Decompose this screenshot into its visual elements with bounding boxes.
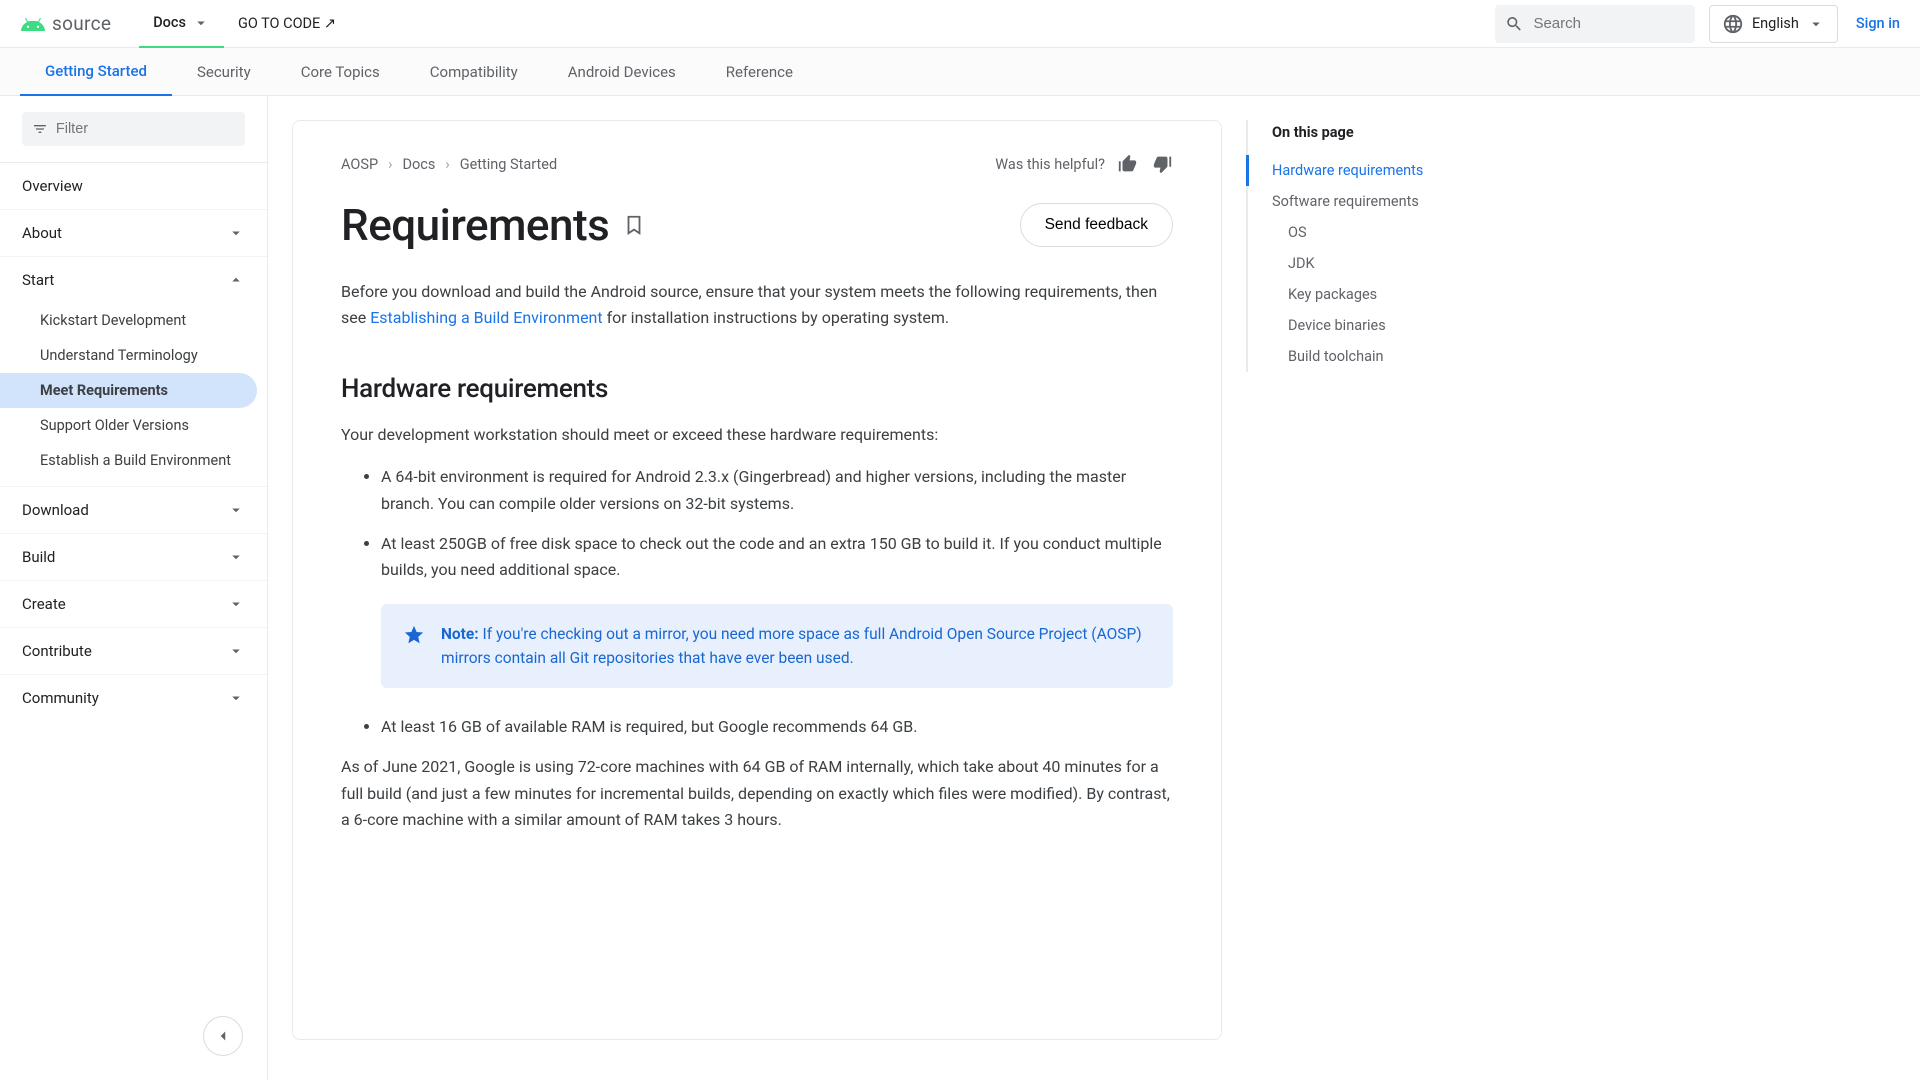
send-feedback-button[interactable]: Send feedback	[1020, 203, 1173, 247]
note-body: If you're checking out a mirror, you nee…	[441, 625, 1142, 667]
ram-paragraph: As of June 2021, Google is using 72-core…	[341, 754, 1173, 833]
left-sidebar: Overview About Start Kickstart Developme…	[0, 96, 268, 1080]
sidebar-item-contribute[interactable]: Contribute	[0, 627, 267, 674]
tab-security[interactable]: Security	[172, 48, 276, 96]
sign-in-link[interactable]: Sign in	[1856, 15, 1900, 32]
collapse-sidebar-button[interactable]	[203, 1016, 243, 1056]
helpful-widget: Was this helpful?	[995, 153, 1173, 175]
chevron-left-icon	[214, 1027, 232, 1045]
nav-code-label: GO TO CODE ↗	[238, 15, 336, 32]
nav-go-to-code[interactable]: GO TO CODE ↗	[224, 0, 350, 48]
sidebar-item-create[interactable]: Create	[0, 580, 267, 627]
docs-tabs: Getting Started Security Core Topics Com…	[0, 48, 1920, 96]
heading-hardware: Hardware requirements	[341, 374, 1173, 404]
thumbs-up-icon[interactable]	[1117, 153, 1139, 175]
hw-lead: Your development workstation should meet…	[341, 422, 1173, 448]
brand-logo[interactable]: source	[20, 12, 111, 35]
toc-jdk[interactable]: JDK	[1272, 248, 1472, 279]
search-icon	[1505, 13, 1524, 35]
bookmark-icon[interactable]	[623, 214, 645, 236]
android-head-icon	[20, 16, 46, 31]
chevron-down-icon	[227, 501, 245, 519]
chevron-down-icon	[227, 548, 245, 566]
table-of-contents: On this page Hardware requirements Softw…	[1246, 120, 1496, 372]
chevron-right-icon: ›	[388, 156, 392, 173]
link-build-env[interactable]: Establishing a Build Environment	[370, 308, 602, 327]
chevron-down-icon	[227, 689, 245, 707]
lang-label: English	[1752, 15, 1799, 32]
brand-text: source	[52, 12, 111, 35]
sidebar-item-about[interactable]: About	[0, 209, 267, 256]
thumbs-down-icon[interactable]	[1151, 153, 1173, 175]
intro-paragraph: Before you download and build the Androi…	[341, 279, 1173, 332]
globe-icon	[1722, 13, 1744, 35]
tab-core-topics[interactable]: Core Topics	[276, 48, 405, 96]
search-input[interactable]	[1533, 15, 1684, 32]
toc-packages[interactable]: Key packages	[1272, 279, 1472, 310]
sidebar-sub-requirements[interactable]: Meet Requirements	[0, 373, 257, 408]
nav-docs-label: Docs	[153, 14, 186, 31]
note-callout: Note: If you're checking out a mirror, y…	[381, 604, 1173, 688]
chevron-down-icon	[227, 224, 245, 242]
toc-binaries[interactable]: Device binaries	[1272, 310, 1472, 341]
language-select[interactable]: English	[1709, 5, 1838, 43]
sidebar-item-build[interactable]: Build	[0, 533, 267, 580]
tab-reference[interactable]: Reference	[701, 48, 818, 96]
star-icon	[403, 624, 425, 646]
chevron-down-icon	[227, 642, 245, 660]
sidebar-item-overview[interactable]: Overview	[0, 162, 267, 209]
note-label: Note:	[441, 625, 479, 643]
toc-title: On this page	[1272, 124, 1472, 141]
caret-down-icon	[1807, 15, 1825, 33]
hw-list: A 64-bit environment is required for And…	[341, 464, 1173, 584]
global-header: source Docs GO TO CODE ↗ English Sign in	[0, 0, 1920, 48]
tab-compatibility[interactable]: Compatibility	[405, 48, 543, 96]
hw-list-2: At least 16 GB of available RAM is requi…	[341, 714, 1173, 740]
tab-android-devices[interactable]: Android Devices	[543, 48, 701, 96]
toc-hardware[interactable]: Hardware requirements	[1246, 155, 1472, 186]
sidebar-item-community[interactable]: Community	[0, 674, 267, 721]
tab-getting-started[interactable]: Getting Started	[20, 48, 172, 96]
sidebar-sub-older[interactable]: Support Older Versions	[0, 408, 267, 443]
article: AOSP › Docs › Getting Started Was this h…	[292, 120, 1222, 1040]
chevron-up-icon	[227, 271, 245, 289]
chevron-right-icon: ›	[445, 156, 449, 173]
chevron-down-icon	[227, 595, 245, 613]
page-title: Requirements	[341, 199, 609, 251]
crumb-docs[interactable]: Docs	[402, 156, 435, 173]
sidebar-sub-kickstart[interactable]: Kickstart Development	[0, 303, 267, 338]
nav-docs[interactable]: Docs	[139, 0, 224, 48]
sidebar-item-start[interactable]: Start	[0, 256, 267, 303]
filter-icon	[32, 120, 48, 138]
sidebar-sub-env[interactable]: Establish a Build Environment	[0, 443, 267, 478]
sidebar-sub-terminology[interactable]: Understand Terminology	[0, 338, 267, 373]
sidebar-filter[interactable]	[22, 112, 245, 146]
sidebar-item-download[interactable]: Download	[0, 486, 267, 533]
toc-toolchain[interactable]: Build toolchain	[1272, 341, 1472, 372]
list-item: At least 16 GB of available RAM is requi…	[381, 714, 1173, 740]
helpful-label: Was this helpful?	[995, 156, 1105, 173]
crumb-getting-started[interactable]: Getting Started	[460, 156, 557, 173]
toc-os[interactable]: OS	[1272, 217, 1472, 248]
search-box[interactable]	[1495, 5, 1695, 43]
toc-software[interactable]: Software requirements	[1272, 186, 1472, 217]
caret-down-icon	[192, 14, 210, 32]
sidebar-filter-input[interactable]	[56, 121, 235, 137]
breadcrumb: AOSP › Docs › Getting Started	[341, 156, 557, 173]
crumb-aosp[interactable]: AOSP	[341, 156, 378, 173]
list-item: At least 250GB of free disk space to che…	[381, 531, 1173, 584]
list-item: A 64-bit environment is required for And…	[381, 464, 1173, 517]
